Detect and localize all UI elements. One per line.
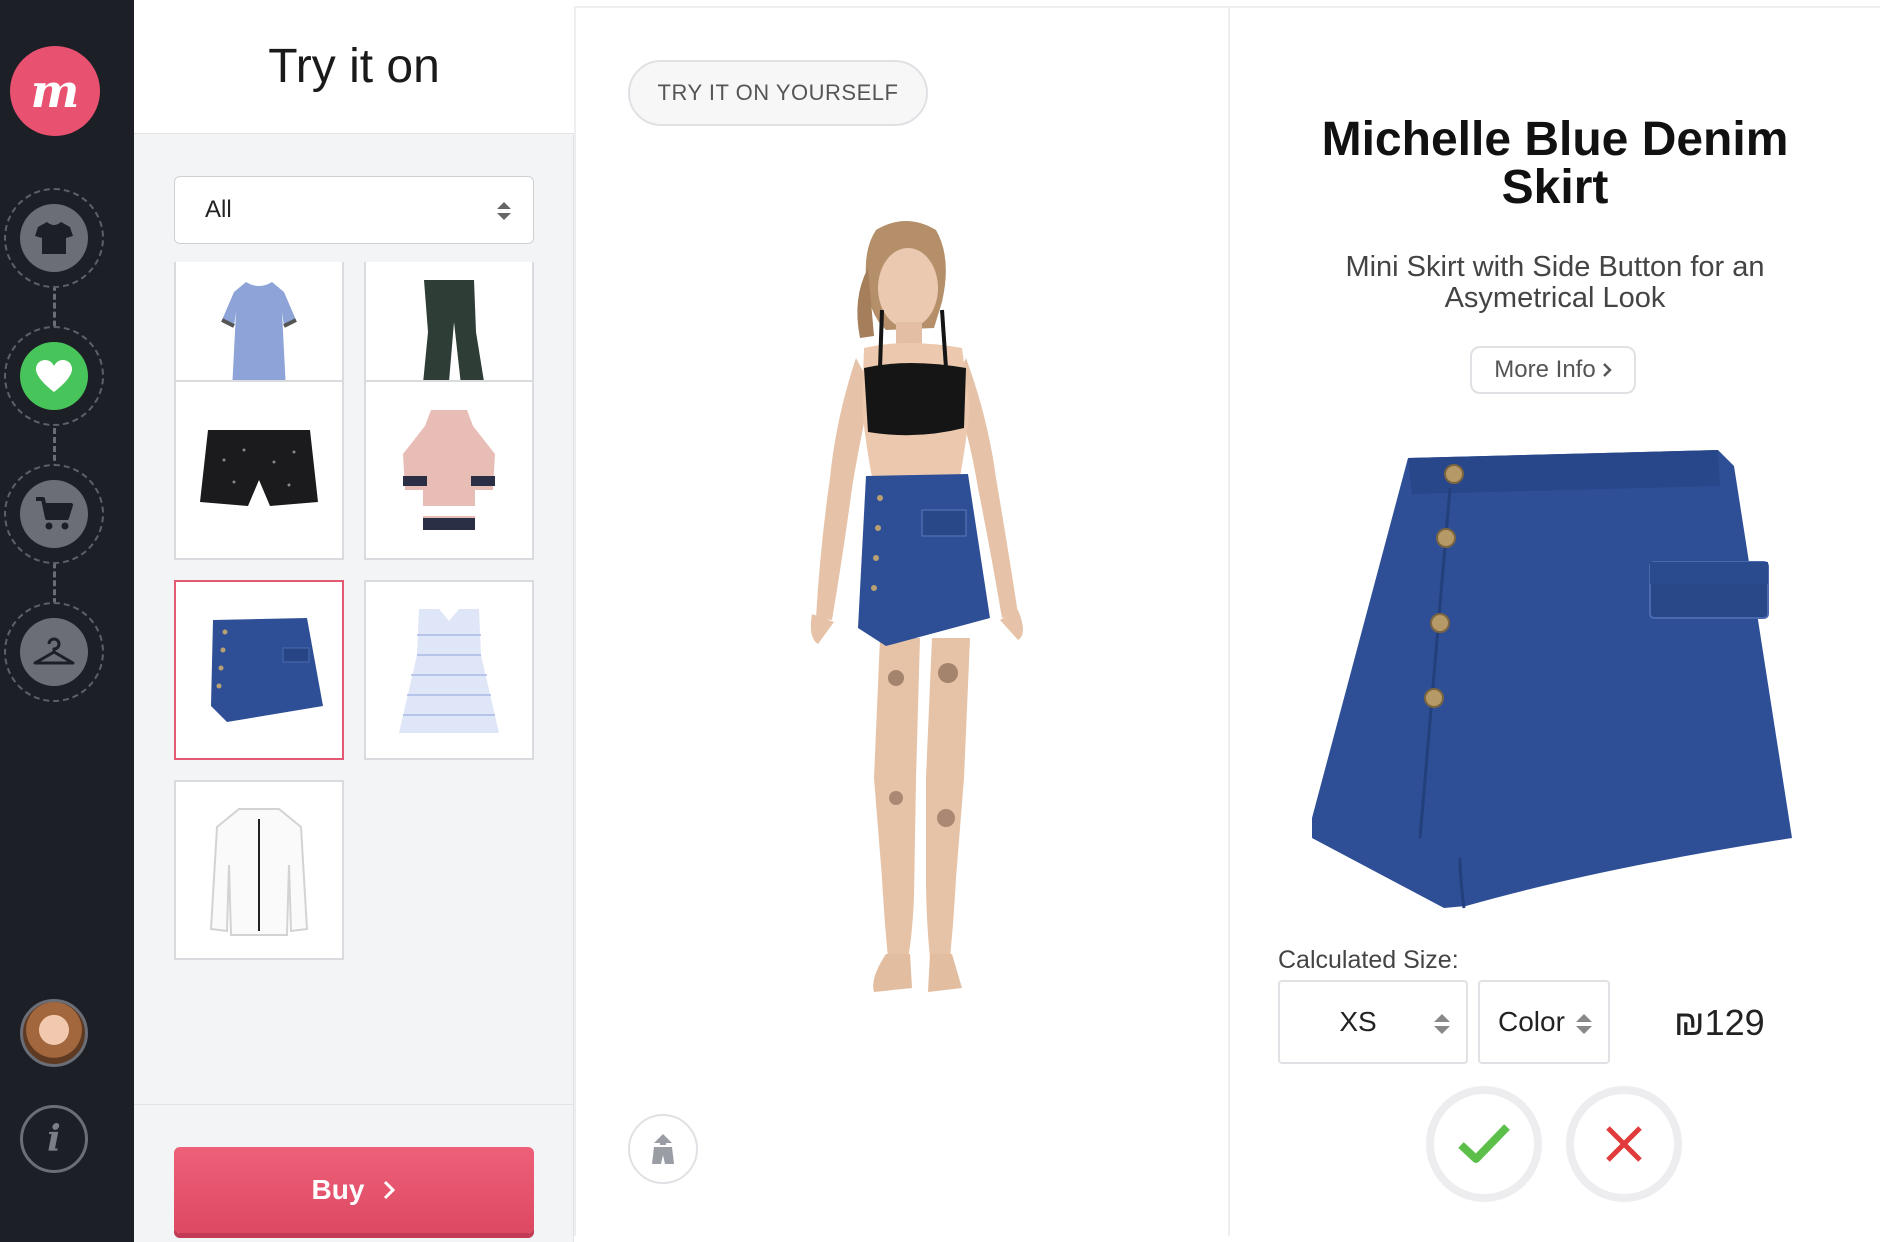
info-icon: i bbox=[47, 1118, 61, 1160]
product-tile-white-shirt[interactable] bbox=[174, 780, 344, 960]
brand-logo[interactable]: m bbox=[10, 46, 100, 136]
select-arrows-icon bbox=[1434, 1014, 1450, 1034]
try-it-on-yourself-button[interactable]: TRY IT ON YOURSELF bbox=[628, 60, 928, 126]
product-details-panel: Michelle Blue Denim Skirt Mini Skirt wit… bbox=[1230, 6, 1880, 1242]
catalog-footer: Buy bbox=[134, 1104, 574, 1242]
rotate-view-button[interactable] bbox=[628, 1114, 698, 1184]
info-button[interactable]: i bbox=[20, 1105, 88, 1173]
color-select[interactable]: Color bbox=[1478, 980, 1610, 1064]
user-avatar[interactable] bbox=[20, 999, 88, 1067]
product-tile-pink-top[interactable] bbox=[364, 380, 534, 560]
select-arrows-icon bbox=[1576, 1014, 1592, 1034]
try-label: TRY IT ON YOURSELF bbox=[657, 80, 899, 105]
fitting-stage: TRY IT ON YOURSELF bbox=[574, 6, 1230, 1236]
nav-favorites-button[interactable] bbox=[4, 326, 104, 426]
category-filter-select[interactable]: All bbox=[174, 176, 534, 244]
calculated-size-label: Calculated Size: bbox=[1278, 946, 1459, 974]
accept-button[interactable] bbox=[1426, 1086, 1542, 1202]
more-info-button[interactable]: More Info bbox=[1470, 346, 1636, 394]
model-figure bbox=[810, 221, 1023, 992]
denim-skirt-thumbnail bbox=[211, 618, 323, 722]
app: m i Try it on All Buy TRY IT ON YOURSELF… bbox=[0, 0, 1880, 1242]
product-grid bbox=[174, 262, 534, 1032]
color-value: Color bbox=[1498, 1006, 1565, 1037]
select-arrows-icon bbox=[497, 202, 511, 220]
product-image bbox=[1312, 450, 1792, 909]
black-shorts-thumbnail bbox=[200, 430, 318, 506]
hanger-icon bbox=[33, 637, 75, 665]
buy-label: Buy bbox=[311, 1174, 365, 1205]
filter-value: All bbox=[205, 196, 232, 223]
checkmark-icon bbox=[1458, 1124, 1510, 1163]
body-rotate-icon bbox=[652, 1134, 674, 1164]
nav-wardrobe-button[interactable] bbox=[4, 602, 104, 702]
white-shirt-thumbnail bbox=[209, 808, 309, 936]
product-title: Michelle Blue Denim Skirt bbox=[1321, 113, 1789, 214]
cart-icon bbox=[36, 497, 73, 530]
chevron-right-icon bbox=[1602, 363, 1612, 377]
size-value: XS bbox=[1339, 1006, 1377, 1037]
product-price: ₪129 bbox=[1674, 1002, 1765, 1043]
product-subtitle: Mini Skirt with Side Button for an Asyme… bbox=[1345, 251, 1765, 314]
page-title: Try it on bbox=[268, 40, 440, 93]
catalog-panel: Try it on All Buy bbox=[134, 0, 574, 1242]
sidebar-rail: m i bbox=[0, 0, 134, 1242]
reject-button[interactable] bbox=[1566, 1086, 1682, 1202]
catalog-header: Try it on bbox=[134, 0, 574, 134]
size-select[interactable]: XS bbox=[1278, 980, 1468, 1064]
more-info-label: More Info bbox=[1494, 356, 1596, 383]
heart-icon bbox=[36, 360, 72, 392]
striped-top-thumbnail bbox=[399, 609, 499, 733]
nav-cart-button[interactable] bbox=[4, 464, 104, 564]
close-icon bbox=[1606, 1126, 1642, 1162]
buy-button[interactable]: Buy bbox=[174, 1147, 534, 1233]
pink-top-thumbnail bbox=[403, 409, 495, 530]
chevron-right-icon bbox=[384, 1180, 396, 1200]
product-tile-denim-skirt[interactable] bbox=[174, 580, 344, 760]
product-tile-black-shorts[interactable] bbox=[174, 380, 344, 560]
nav-clothes-button[interactable] bbox=[4, 188, 104, 288]
tshirt-icon bbox=[35, 222, 73, 254]
rail-connector bbox=[53, 240, 56, 640]
product-tile-striped-top[interactable] bbox=[364, 580, 534, 760]
